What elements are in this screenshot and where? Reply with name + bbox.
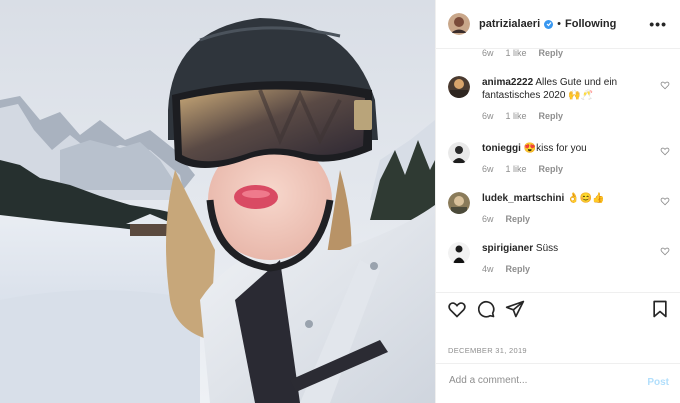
bookmark-icon[interactable] [650, 299, 670, 319]
comment-icon[interactable] [476, 299, 496, 319]
avatar[interactable] [448, 142, 470, 164]
add-comment-bar: Post [436, 363, 680, 403]
heart-icon[interactable] [660, 196, 670, 206]
avatar[interactable] [448, 192, 470, 214]
comment-body: ludek_martschini 👌😊👍 6w Reply [482, 192, 648, 226]
more-icon[interactable]: ••• [649, 16, 667, 32]
heart-icon[interactable] [447, 299, 467, 319]
reply-button[interactable]: Reply [539, 163, 564, 176]
post-side-panel: patrizialaeri • Following ••• 6w 1 like … [435, 0, 680, 403]
heart-icon[interactable] [660, 146, 670, 156]
comment-username[interactable]: anima2222 [482, 77, 533, 88]
comment-time: 6w [482, 164, 494, 174]
post-date: DECEMBER 31, 2019 [448, 346, 527, 355]
comment-body: tonieggi 😍kiss for you 6w 1 like Reply [482, 142, 648, 176]
comment-time: 6w [482, 48, 494, 58]
comment-body: spirigianer Süss 4w Reply [482, 242, 648, 276]
comment-text: 👌😊👍 [567, 193, 605, 204]
comment-meta: 6w 1 like Reply [482, 110, 648, 123]
comment-body: anima2222 Alles Gute und ein fantastisch… [482, 76, 648, 123]
reply-button[interactable]: Reply [539, 48, 564, 58]
comment-likes[interactable]: 1 like [506, 163, 527, 176]
comment-text: Süss [535, 243, 559, 254]
post-actions [436, 292, 680, 332]
avatar[interactable] [448, 242, 470, 264]
comment-meta: 4w Reply [482, 263, 648, 276]
comment-username[interactable]: ludek_martschini [482, 193, 564, 204]
heart-icon[interactable] [660, 80, 670, 90]
share-icon[interactable] [505, 299, 525, 319]
post-header: patrizialaeri • Following ••• [436, 0, 680, 49]
verified-icon [544, 19, 554, 29]
following-button[interactable]: Following [565, 18, 616, 30]
comment-input[interactable] [447, 374, 631, 387]
post-username[interactable]: patrizialaeri [479, 18, 540, 30]
avatar[interactable] [448, 76, 470, 98]
comment-meta: 6w 1 like Reply [482, 163, 648, 176]
comment-time: 6w [482, 214, 494, 224]
comment-likes[interactable]: 1 like [506, 110, 527, 123]
comments-list: 6w 1 like Reply anima2222 Alles Gute und… [436, 40, 680, 292]
comment-time: 4w [482, 264, 494, 274]
comment-meta: 6w Reply [482, 213, 648, 226]
comment-username[interactable]: spirigianer [482, 243, 533, 254]
reply-button[interactable]: Reply [539, 110, 564, 123]
avatar[interactable] [448, 13, 470, 35]
comment-username[interactable]: tonieggi [482, 143, 521, 154]
reply-button[interactable]: Reply [506, 263, 531, 276]
comment-text: 😍kiss for you [523, 143, 587, 154]
heart-icon[interactable] [660, 246, 670, 256]
post-modal: patrizialaeri • Following ••• 6w 1 like … [0, 0, 680, 403]
partial-comment-meta: 6w 1 like Reply [482, 48, 575, 58]
post-comment-button[interactable]: Post [647, 377, 669, 388]
post-photo[interactable] [0, 0, 435, 403]
comment-time: 6w [482, 111, 494, 121]
separator-dot: • [557, 18, 561, 30]
reply-button[interactable]: Reply [506, 213, 531, 226]
comment-likes[interactable]: 1 like [506, 48, 527, 58]
